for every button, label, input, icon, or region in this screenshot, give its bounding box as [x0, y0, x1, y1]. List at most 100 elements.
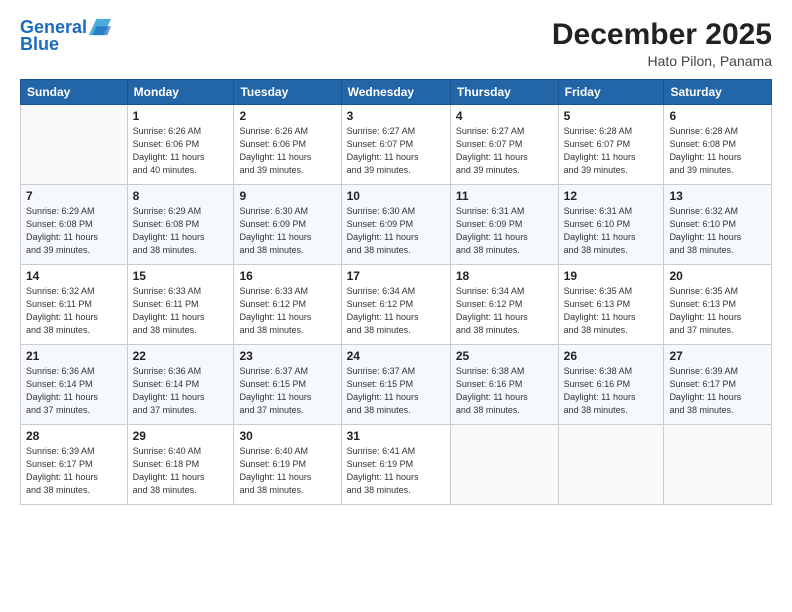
- day-cell: 28 Sunrise: 6:39 AMSunset: 6:17 PMDayligh…: [21, 425, 128, 505]
- week-row-2: 7 Sunrise: 6:29 AMSunset: 6:08 PMDaylight…: [21, 185, 772, 265]
- day-number: 20: [669, 269, 766, 283]
- day-info: Sunrise: 6:26 AMSunset: 6:06 PMDaylight:…: [133, 125, 229, 177]
- col-wednesday: Wednesday: [341, 80, 450, 105]
- header-row: Sunday Monday Tuesday Wednesday Thursday…: [21, 80, 772, 105]
- day-cell: 29Sunrise: 6:40 AMSunset: 6:18 PMDayligh…: [127, 425, 234, 505]
- day-cell: 10 Sunrise: 6:30 AMSunset: 6:09 PMDayligh…: [341, 185, 450, 265]
- day-info: Sunrise: 6:27 AMSunset: 6:07 PMDaylight:…: [347, 125, 445, 177]
- day-cell: [664, 425, 772, 505]
- day-info: Sunrise: 6:40 AMSunset: 6:18 PMDaylight:…: [133, 445, 229, 497]
- calendar: Sunday Monday Tuesday Wednesday Thursday…: [20, 79, 772, 505]
- location-subtitle: Hato Pilon, Panama: [552, 53, 772, 69]
- day-number: 16: [239, 269, 335, 283]
- day-number: 24: [347, 349, 445, 363]
- logo: General Blue: [20, 18, 111, 55]
- day-cell: 30Sunrise: 6:40 AMSunset: 6:19 PMDayligh…: [234, 425, 341, 505]
- day-cell: 11Sunrise: 6:31 AMSunset: 6:09 PMDayligh…: [450, 185, 558, 265]
- day-number: 26: [564, 349, 659, 363]
- day-info: Sunrise: 6:35 AMSunset: 6:13 PMDaylight:…: [564, 285, 659, 337]
- day-info: Sunrise: 6:26 AMSunset: 6:06 PMDaylight:…: [239, 125, 335, 177]
- day-cell: 2 Sunrise: 6:26 AMSunset: 6:06 PMDaylight…: [234, 105, 341, 185]
- day-number: 3: [347, 109, 445, 123]
- day-info: Sunrise: 6:30 AMSunset: 6:09 PMDaylight:…: [347, 205, 445, 257]
- day-number: 10: [347, 189, 445, 203]
- day-number: 27: [669, 349, 766, 363]
- day-number: 2: [239, 109, 335, 123]
- day-cell: 26 Sunrise: 6:38 AMSunset: 6:16 PMDayligh…: [558, 345, 664, 425]
- day-info: Sunrise: 6:38 AMSunset: 6:16 PMDaylight:…: [564, 365, 659, 417]
- day-number: 30: [239, 429, 335, 443]
- day-number: 17: [347, 269, 445, 283]
- title-block: December 2025 Hato Pilon, Panama: [552, 18, 772, 69]
- day-info: Sunrise: 6:33 AMSunset: 6:12 PMDaylight:…: [239, 285, 335, 337]
- day-number: 6: [669, 109, 766, 123]
- day-cell: 27 Sunrise: 6:39 AMSunset: 6:17 PMDayligh…: [664, 345, 772, 425]
- day-info: Sunrise: 6:28 AMSunset: 6:08 PMDaylight:…: [669, 125, 766, 177]
- day-number: 4: [456, 109, 553, 123]
- day-cell: 1 Sunrise: 6:26 AMSunset: 6:06 PMDaylight…: [127, 105, 234, 185]
- day-cell: 31Sunrise: 6:41 AMSunset: 6:19 PMDayligh…: [341, 425, 450, 505]
- day-info: Sunrise: 6:32 AMSunset: 6:10 PMDaylight:…: [669, 205, 766, 257]
- day-number: 14: [26, 269, 122, 283]
- day-cell: 5 Sunrise: 6:28 AMSunset: 6:07 PMDaylight…: [558, 105, 664, 185]
- day-number: 22: [133, 349, 229, 363]
- page: General Blue December 2025 Hato Pilon, P…: [0, 0, 792, 612]
- day-cell: 17 Sunrise: 6:34 AMSunset: 6:12 PMDayligh…: [341, 265, 450, 345]
- day-info: Sunrise: 6:39 AMSunset: 6:17 PMDaylight:…: [26, 445, 122, 497]
- logo-icon: [89, 16, 111, 38]
- day-info: Sunrise: 6:32 AMSunset: 6:11 PMDaylight:…: [26, 285, 122, 337]
- day-cell: 18 Sunrise: 6:34 AMSunset: 6:12 PMDayligh…: [450, 265, 558, 345]
- day-cell: 16 Sunrise: 6:33 AMSunset: 6:12 PMDayligh…: [234, 265, 341, 345]
- day-info: Sunrise: 6:30 AMSunset: 6:09 PMDaylight:…: [239, 205, 335, 257]
- day-info: Sunrise: 6:35 AMSunset: 6:13 PMDaylight:…: [669, 285, 766, 337]
- day-cell: 23Sunrise: 6:37 AMSunset: 6:15 PMDayligh…: [234, 345, 341, 425]
- day-cell: 14 Sunrise: 6:32 AMSunset: 6:11 PMDayligh…: [21, 265, 128, 345]
- day-number: 12: [564, 189, 659, 203]
- month-title: December 2025: [552, 18, 772, 51]
- day-info: Sunrise: 6:34 AMSunset: 6:12 PMDaylight:…: [347, 285, 445, 337]
- day-cell: 24 Sunrise: 6:37 AMSunset: 6:15 PMDayligh…: [341, 345, 450, 425]
- week-row-4: 21 Sunrise: 6:36 AMSunset: 6:14 PMDayligh…: [21, 345, 772, 425]
- day-info: Sunrise: 6:29 AMSunset: 6:08 PMDaylight:…: [133, 205, 229, 257]
- week-row-3: 14 Sunrise: 6:32 AMSunset: 6:11 PMDayligh…: [21, 265, 772, 345]
- day-cell: 7 Sunrise: 6:29 AMSunset: 6:08 PMDaylight…: [21, 185, 128, 265]
- col-friday: Friday: [558, 80, 664, 105]
- day-info: Sunrise: 6:29 AMSunset: 6:08 PMDaylight:…: [26, 205, 122, 257]
- day-cell: 19Sunrise: 6:35 AMSunset: 6:13 PMDayligh…: [558, 265, 664, 345]
- day-cell: 9 Sunrise: 6:30 AMSunset: 6:09 PMDaylight…: [234, 185, 341, 265]
- day-info: Sunrise: 6:41 AMSunset: 6:19 PMDaylight:…: [347, 445, 445, 497]
- day-info: Sunrise: 6:27 AMSunset: 6:07 PMDaylight:…: [456, 125, 553, 177]
- day-number: 5: [564, 109, 659, 123]
- day-info: Sunrise: 6:36 AMSunset: 6:14 PMDaylight:…: [26, 365, 122, 417]
- day-number: 9: [239, 189, 335, 203]
- day-cell: 15Sunrise: 6:33 AMSunset: 6:11 PMDayligh…: [127, 265, 234, 345]
- day-number: 1: [133, 109, 229, 123]
- day-info: Sunrise: 6:37 AMSunset: 6:15 PMDaylight:…: [347, 365, 445, 417]
- day-info: Sunrise: 6:28 AMSunset: 6:07 PMDaylight:…: [564, 125, 659, 177]
- day-cell: 20 Sunrise: 6:35 AMSunset: 6:13 PMDayligh…: [664, 265, 772, 345]
- day-info: Sunrise: 6:39 AMSunset: 6:17 PMDaylight:…: [669, 365, 766, 417]
- day-number: 23: [239, 349, 335, 363]
- week-row-1: 1 Sunrise: 6:26 AMSunset: 6:06 PMDaylight…: [21, 105, 772, 185]
- day-number: 7: [26, 189, 122, 203]
- col-tuesday: Tuesday: [234, 80, 341, 105]
- day-cell: 4 Sunrise: 6:27 AMSunset: 6:07 PMDaylight…: [450, 105, 558, 185]
- day-number: 25: [456, 349, 553, 363]
- day-number: 8: [133, 189, 229, 203]
- day-cell: 22 Sunrise: 6:36 AMSunset: 6:14 PMDayligh…: [127, 345, 234, 425]
- col-saturday: Saturday: [664, 80, 772, 105]
- day-info: Sunrise: 6:38 AMSunset: 6:16 PMDaylight:…: [456, 365, 553, 417]
- day-number: 21: [26, 349, 122, 363]
- day-info: Sunrise: 6:36 AMSunset: 6:14 PMDaylight:…: [133, 365, 229, 417]
- day-info: Sunrise: 6:31 AMSunset: 6:10 PMDaylight:…: [564, 205, 659, 257]
- day-cell: 8 Sunrise: 6:29 AMSunset: 6:08 PMDaylight…: [127, 185, 234, 265]
- day-number: 13: [669, 189, 766, 203]
- day-number: 28: [26, 429, 122, 443]
- day-cell: 25 Sunrise: 6:38 AMSunset: 6:16 PMDayligh…: [450, 345, 558, 425]
- day-info: Sunrise: 6:31 AMSunset: 6:09 PMDaylight:…: [456, 205, 553, 257]
- day-cell: 6 Sunrise: 6:28 AMSunset: 6:08 PMDaylight…: [664, 105, 772, 185]
- day-info: Sunrise: 6:34 AMSunset: 6:12 PMDaylight:…: [456, 285, 553, 337]
- col-monday: Monday: [127, 80, 234, 105]
- day-cell: 13 Sunrise: 6:32 AMSunset: 6:10 PMDayligh…: [664, 185, 772, 265]
- day-number: 18: [456, 269, 553, 283]
